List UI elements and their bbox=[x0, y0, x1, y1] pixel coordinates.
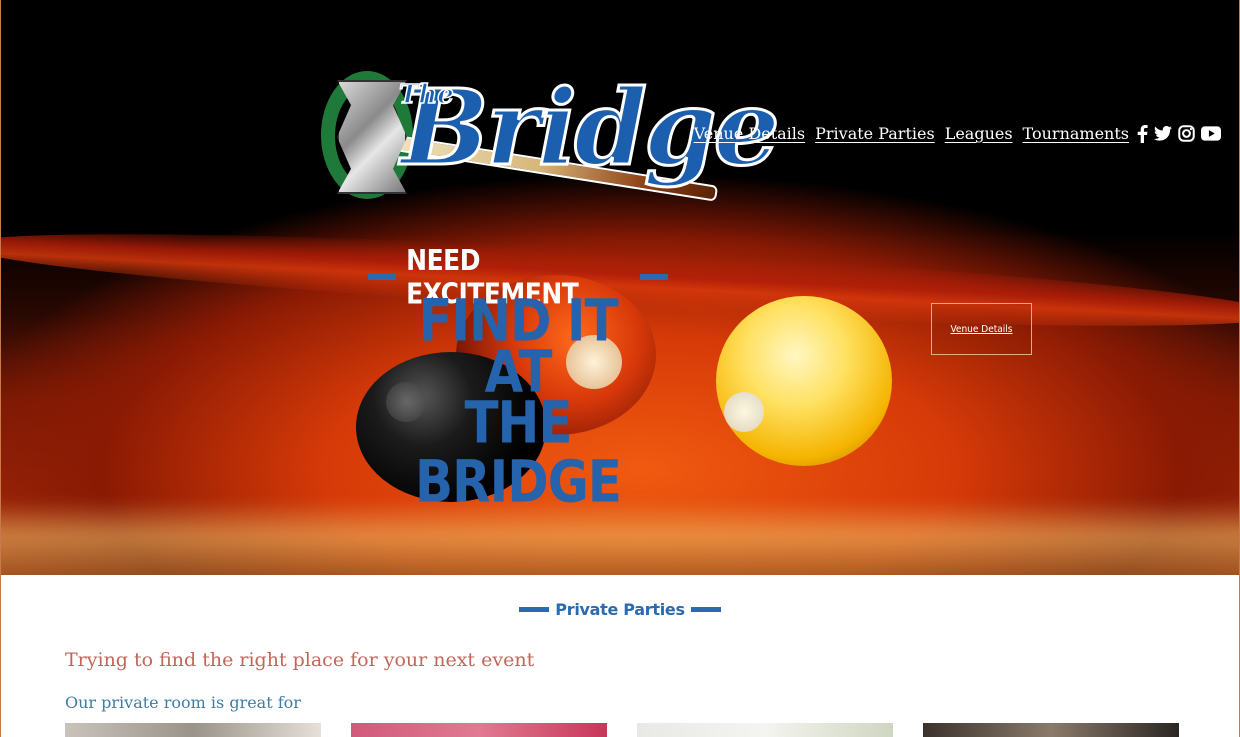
nav-leagues[interactable]: Leagues bbox=[945, 124, 1013, 143]
heading-bar-left bbox=[519, 607, 550, 612]
nav-tournaments[interactable]: Tournaments bbox=[1023, 124, 1129, 143]
youtube-icon[interactable] bbox=[1201, 126, 1221, 141]
tagline-bar-right bbox=[639, 274, 668, 280]
bridge-emblem-icon bbox=[337, 80, 407, 194]
twitter-icon[interactable] bbox=[1154, 126, 1172, 141]
section-subintro: Our private room is great for bbox=[65, 693, 301, 712]
nav-venue-details[interactable]: Venue Details bbox=[694, 124, 805, 143]
heading-bar-right bbox=[690, 607, 721, 612]
event-thumbnail[interactable] bbox=[923, 723, 1179, 737]
event-thumbnail[interactable] bbox=[65, 723, 321, 737]
facebook-icon[interactable] bbox=[1137, 124, 1148, 143]
main-nav: Venue Details Private Parties Leagues To… bbox=[694, 124, 1221, 143]
event-thumbnail[interactable] bbox=[637, 723, 893, 737]
venue-details-button[interactable]: Venue Details bbox=[931, 303, 1032, 355]
nav-private-parties[interactable]: Private Parties bbox=[815, 124, 935, 143]
yellow-ball bbox=[716, 296, 892, 466]
event-thumbnails bbox=[65, 723, 1179, 737]
event-thumbnail[interactable] bbox=[351, 723, 607, 737]
site-logo[interactable]: Bridge The bbox=[319, 68, 781, 208]
instagram-icon[interactable] bbox=[1178, 125, 1195, 142]
logo-small-text: The bbox=[398, 79, 454, 111]
social-links bbox=[1137, 124, 1221, 143]
tagline-bar-left bbox=[368, 274, 397, 280]
headline-line-3: THE BRIDGE bbox=[415, 389, 622, 516]
hero-banner: Bridge The Venue Details Private Parties… bbox=[1, 0, 1239, 575]
section-heading: Private Parties bbox=[1, 600, 1239, 619]
section-intro: Trying to find the right place for your … bbox=[65, 649, 535, 671]
section-title: Private Parties bbox=[555, 600, 685, 619]
hero-headline: FIND IT AT THE BRIDGE bbox=[368, 292, 668, 511]
